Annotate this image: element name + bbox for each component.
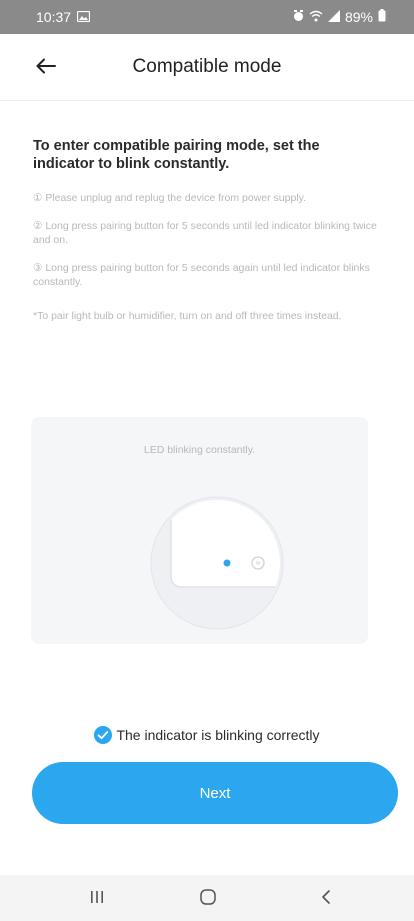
confirm-label: The indicator is blinking correctly: [116, 727, 320, 743]
screen: 10:37 89% Compatible mode To enter compa…: [0, 0, 414, 921]
status-time: 10:37: [36, 9, 72, 25]
system-nav-bar: [0, 875, 414, 921]
instruction-step-1: ① Please unplug and replug the device fr…: [33, 192, 307, 204]
signal-icon: [327, 9, 340, 25]
battery-percent: 89%: [344, 9, 373, 25]
checkmark-circle-icon: [94, 726, 113, 744]
status-time-group: 10:37: [36, 9, 91, 25]
instructions-heading: To enter compatible pairing mode, set th…: [33, 138, 320, 172]
wifi-icon: [309, 9, 323, 25]
home-icon: [199, 888, 217, 911]
illustration-card: LED blinking constantly.: [31, 417, 368, 644]
status-icons: 89%: [293, 9, 386, 25]
status-bar: 10:37 89%: [0, 0, 414, 34]
blinking-confirm-checkbox[interactable]: The indicator is blinking correctly: [0, 726, 414, 744]
instruction-step-3: ③ Long press pairing button for 5 second…: [33, 262, 370, 288]
home-button[interactable]: [188, 885, 228, 913]
instruction-step-2: ② Long press pairing button for 5 second…: [33, 220, 377, 246]
app-header: Compatible mode: [0, 34, 414, 101]
recents-icon: [89, 890, 105, 909]
back-nav-icon: [320, 889, 332, 910]
instruction-note: *To pair light bulb or humidifier, turn …: [33, 310, 342, 322]
recents-button[interactable]: [77, 885, 117, 913]
led-indicator-icon: [223, 559, 231, 567]
page-title: Compatible mode: [132, 56, 282, 77]
gallery-icon: [76, 9, 91, 25]
instructions: To enter compatible pairing mode, set th…: [33, 137, 383, 323]
system-back-button[interactable]: [306, 885, 346, 913]
illustration-caption: LED blinking constantly.: [143, 444, 256, 456]
battery-icon: [378, 9, 386, 25]
device-led-illustration: [149, 495, 285, 636]
pairing-button-icon: [251, 556, 265, 570]
alarm-icon: [293, 9, 304, 25]
next-button[interactable]: Next: [32, 762, 398, 824]
